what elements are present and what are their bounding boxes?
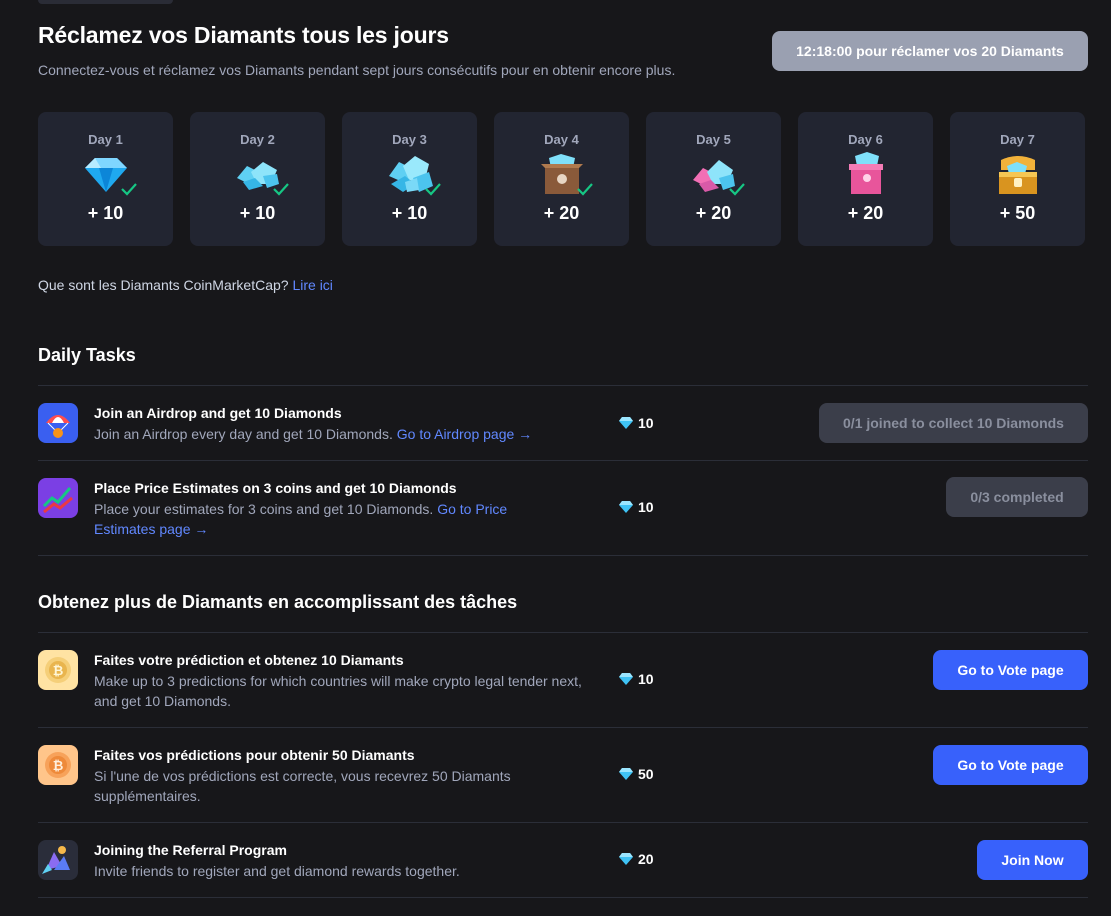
task-desc: Join an Airdrop every day and get 10 Dia… [94,424,594,444]
task-desc: Place your estimates for 3 coins and get… [94,499,564,539]
day-label: Day 2 [240,132,275,147]
airdrop-progress-button[interactable]: 0/1 joined to collect 10 Diamonds [819,403,1088,443]
svg-text:₿: ₿ [53,759,64,774]
day-card-4[interactable]: Day 4 + 20 [494,112,629,246]
task-title: Place Price Estimates on 3 coins and get… [94,480,457,496]
task-row-price-estimates: Place Price Estimates on 3 coins and get… [38,461,1088,555]
diamond-icon [619,501,633,513]
check-icon [577,183,593,196]
daily-tasks-title: Daily Tasks [38,345,136,365]
day-amount: + 50 [999,203,1036,223]
task-desc: Si l'une de vos prédictions est correcte… [94,768,511,804]
diamond-icon [619,768,633,780]
price-chart-icon [38,478,78,518]
reward-amount: 50 [638,766,654,782]
check-icon [425,183,441,196]
task-title: Faites vos prédictions pour obtenir 50 D… [94,747,415,763]
task-desc: Make up to 3 predictions for which count… [94,673,582,709]
page-subtitle: Connectez-vous et réclamez vos Diamants … [38,62,676,78]
day-label: Day 5 [696,132,731,147]
day-label: Day 6 [848,132,883,147]
divider [38,555,1088,556]
day-card-3[interactable]: Day 3 + 10 [342,112,477,246]
go-to-vote-button[interactable]: Go to Vote page [933,650,1088,690]
day-card-2[interactable]: Day 2 + 10 [190,112,325,246]
diamond-icon [619,417,633,429]
task-row-referral: Joining the Referral Program Invite frie… [38,823,1088,897]
check-icon [729,183,745,196]
reward: 10 [618,671,654,687]
day-amount: + 10 [239,203,276,223]
more-tasks-title: Obtenez plus de Diamants en accomplissan… [38,592,518,612]
reward-amount: 10 [638,415,654,431]
diamond-icon [619,853,633,865]
top-tab-stub [38,0,173,4]
day-amount: + 20 [847,203,884,223]
day-amount: + 10 [391,203,428,223]
go-to-vote-button[interactable]: Go to Vote page [933,745,1088,785]
airdrop-page-link[interactable]: Go to Airdrop page → [397,426,532,442]
task-desc-text: Join an Airdrop every day and get 10 Dia… [94,426,393,442]
task-desc: Invite friends to register and get diamo… [94,863,460,879]
bitcoin-coin-orange-icon: ₿ [38,745,78,785]
faq-line: Que sont les Diamants CoinMarketCap? Lir… [38,277,333,293]
referral-icon [38,840,78,880]
reward: 10 [618,499,654,515]
task-row-vote-10: ₿ Faites votre prédiction et obtenez 10 … [38,633,1088,727]
faq-link[interactable]: Lire ici [292,277,332,293]
diamond-icon [619,673,633,685]
reward-amount: 10 [638,499,654,515]
reward: 20 [618,851,654,867]
day-label: Day 3 [392,132,427,147]
day-label: Day 4 [544,132,579,147]
price-estimates-progress-button[interactable]: 0/3 completed [946,477,1088,517]
day-amount: + 20 [543,203,580,223]
reward-amount: 10 [638,671,654,687]
task-title: Join an Airdrop and get 10 Diamonds [94,405,342,421]
day-amount: + 10 [87,203,124,223]
join-now-button[interactable]: Join Now [977,840,1088,880]
day-amount: + 20 [695,203,732,223]
day-card-5[interactable]: Day 5 + 20 [646,112,781,246]
task-title: Joining the Referral Program [94,842,287,858]
diamond-gift-box-icon [848,152,883,194]
daily-claim-strip: Day 1 + 10 Day 2 + 10 Day 3 + 10 Day 4 +… [38,112,1085,246]
svg-text:₿: ₿ [53,664,64,679]
reward: 50 [618,766,654,782]
check-icon [273,183,289,196]
faq-text: Que sont les Diamants CoinMarketCap? [38,277,289,293]
reward: 10 [618,415,654,431]
parachute-icon [38,403,78,443]
claim-countdown-button[interactable]: 12:18:00 pour réclamer vos 20 Diamants [772,31,1088,71]
day-label: Day 1 [88,132,123,147]
check-icon [121,183,137,196]
treasure-chest-icon [998,156,1037,194]
page-title: Réclamez vos Diamants tous les jours [38,22,449,48]
task-title: Faites votre prédiction et obtenez 10 Di… [94,652,404,668]
divider [38,897,1088,898]
day-card-6[interactable]: Day 6 + 20 [798,112,933,246]
reward-amount: 20 [638,851,654,867]
day-label: Day 7 [1000,132,1035,147]
task-row-airdrop: Join an Airdrop and get 10 Diamonds Join… [38,386,1088,460]
bitcoin-coin-icon: ₿ [38,650,78,690]
day-card-1[interactable]: Day 1 + 10 [38,112,173,246]
day-card-7[interactable]: Day 7 + 50 [950,112,1085,246]
task-row-vote-50: ₿ Faites vos prédictions pour obtenir 50… [38,728,1088,822]
task-desc-text: Place your estimates for 3 coins and get… [94,501,434,517]
